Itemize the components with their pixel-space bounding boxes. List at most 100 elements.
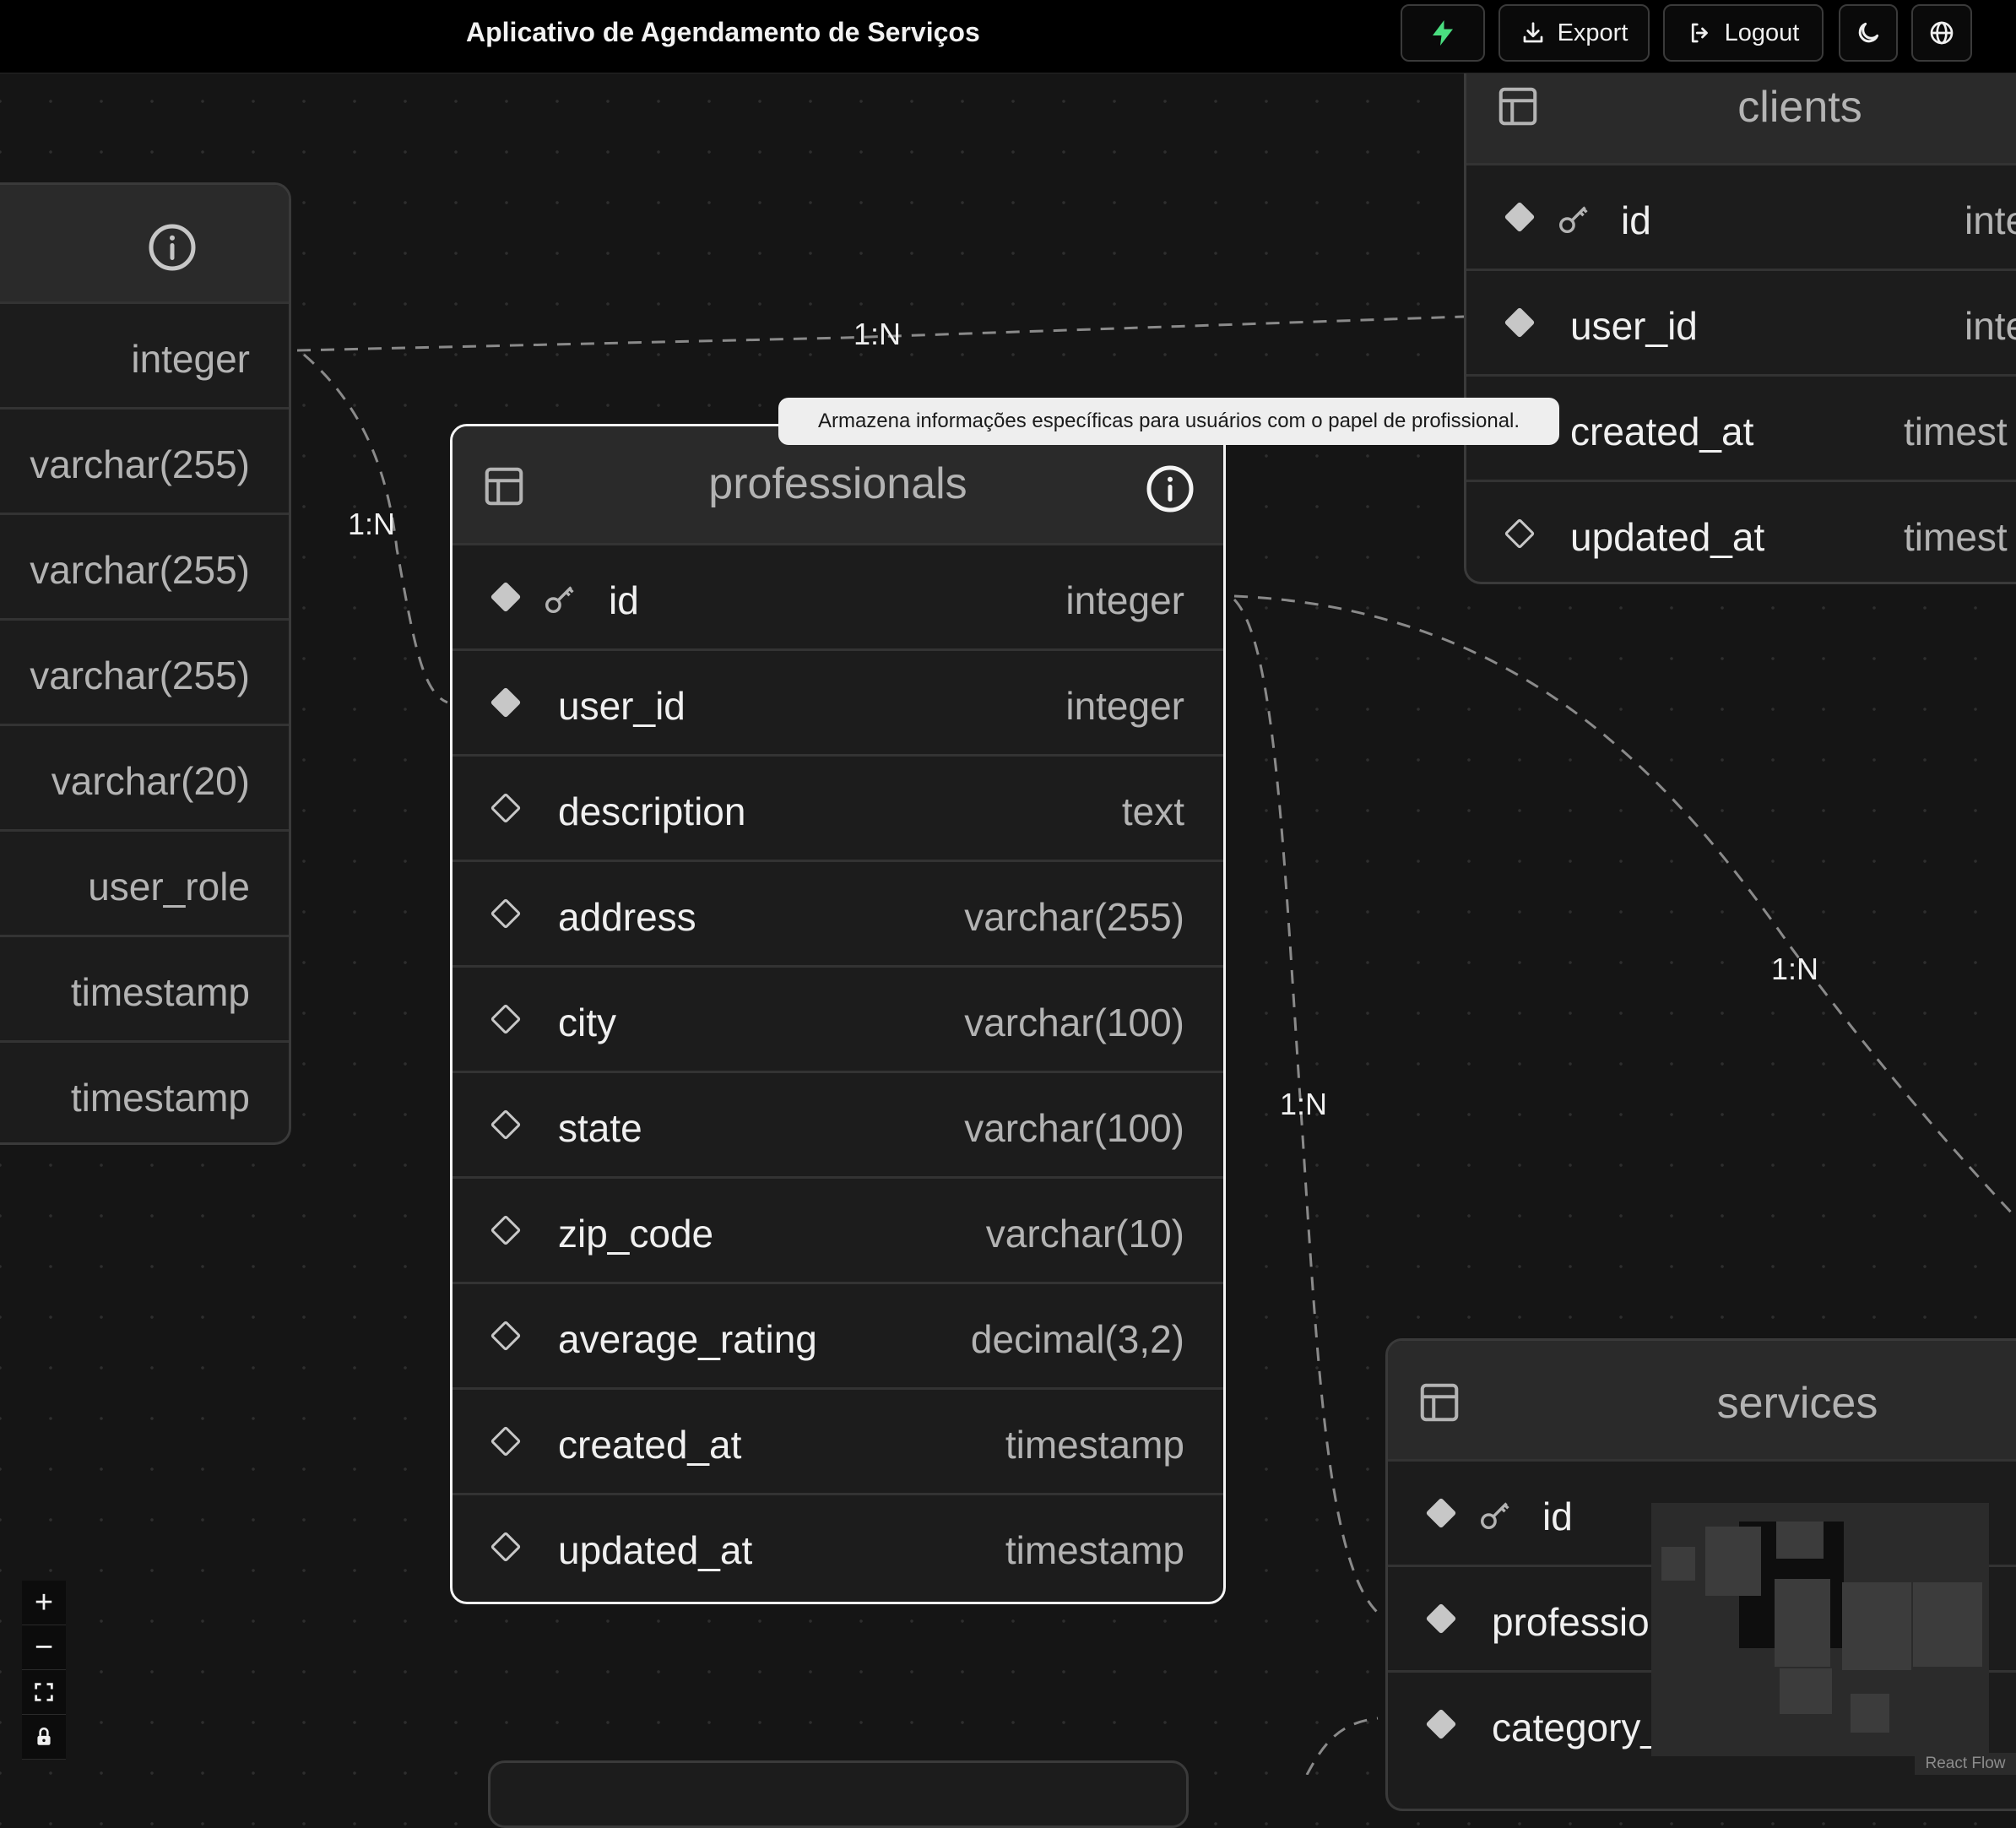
theme-toggle-button[interactable]: [1839, 4, 1898, 62]
primary-key-diamond-icon: [1425, 1497, 1457, 1529]
field-type: integer: [1065, 578, 1184, 622]
field-type: integer: [131, 337, 250, 381]
table-row: timestamp: [0, 1040, 289, 1142]
language-button[interactable]: [1911, 4, 1972, 62]
foreign-key-diamond-icon: [1425, 1708, 1457, 1740]
table-row: user_id integer: [453, 648, 1223, 754]
field-type: text: [1121, 789, 1184, 833]
table-row: varchar(20): [0, 724, 289, 829]
diamond-icon: [490, 898, 522, 930]
field-type: timestamp: [1005, 1423, 1184, 1467]
zoom-in-button[interactable]: +: [22, 1581, 66, 1625]
edge-label: 1:N: [854, 317, 902, 351]
fit-view-button[interactable]: [22, 1670, 66, 1715]
lightning-icon: [1433, 20, 1453, 46]
table-title: professionals: [708, 459, 967, 508]
lock-button[interactable]: [22, 1715, 66, 1760]
minimap[interactable]: [1651, 1503, 1989, 1756]
react-flow-attribution[interactable]: React Flow: [1915, 1753, 2016, 1775]
key-icon: [1481, 1502, 1509, 1530]
table-row: varchar(255): [0, 618, 289, 724]
table-row: city varchar(100): [453, 965, 1223, 1071]
table-header: services: [1388, 1341, 2016, 1459]
diamond-icon: [490, 1214, 522, 1246]
table-node-professionals[interactable]: professionals id integer user_id integer…: [450, 424, 1226, 1604]
download-icon: [1523, 22, 1542, 43]
primary-key-diamond-icon: [490, 581, 522, 613]
field-name: category_: [1492, 1706, 1663, 1749]
field-type: varchar(100): [964, 1001, 1184, 1044]
table-row: description text: [453, 754, 1223, 860]
table-row: created_at timestamp: [453, 1387, 1223, 1493]
table-row: varchar(255): [0, 407, 289, 513]
minimap-node: [1705, 1527, 1761, 1596]
field-name: updated_at: [558, 1528, 753, 1572]
field-type: varchar(255): [30, 442, 250, 486]
field-type: user_role: [88, 865, 250, 909]
app-title: Aplicativo de Agendamento de Serviços: [466, 17, 980, 47]
field-type: decimal(3,2): [970, 1317, 1184, 1361]
table-row: address varchar(255): [453, 860, 1223, 965]
foreign-key-diamond-icon: [490, 686, 522, 719]
table-node-clients[interactable]: clients id inte user_id inte created_at …: [1464, 42, 2016, 584]
edge-professionals-right[interactable]: [1233, 594, 2016, 1218]
field-name: created_at: [1570, 410, 1754, 453]
field-name: address: [558, 895, 696, 939]
field-name: average_rating: [558, 1317, 817, 1361]
table-node-partial-bottom[interactable]: [488, 1760, 1189, 1828]
logout-label: Logout: [1724, 19, 1800, 46]
zoom-out-button[interactable]: −: [22, 1625, 66, 1670]
field-type: inte: [1965, 198, 2016, 242]
export-button[interactable]: Export: [1498, 4, 1650, 62]
field-name: description: [558, 789, 746, 833]
field-name: professio: [1492, 1600, 1650, 1644]
foreign-key-diamond-icon: [1425, 1603, 1457, 1635]
minimap-node: [1776, 1522, 1824, 1559]
foreign-key-diamond-icon: [1504, 306, 1536, 339]
table-row: user_role: [0, 829, 289, 935]
field-type: varchar(10): [985, 1212, 1184, 1256]
field-name: zip_code: [558, 1212, 714, 1256]
plus-icon: +: [34, 1584, 54, 1620]
minimap-node: [1780, 1668, 1832, 1714]
table-title: services: [1716, 1379, 1878, 1428]
table-row: average_rating decimal(3,2): [453, 1282, 1223, 1387]
flow-controls: + −: [22, 1581, 66, 1760]
field-type: inte: [1965, 304, 2016, 348]
field-name: state: [558, 1106, 642, 1150]
minus-icon: −: [34, 1629, 54, 1665]
table-row: id integer: [453, 543, 1223, 648]
export-label: Export: [1557, 19, 1629, 46]
key-icon: [1559, 206, 1588, 234]
field-type: varchar(20): [51, 759, 250, 803]
field-type: integer: [1065, 684, 1184, 728]
diamond-icon: [490, 1320, 522, 1352]
field-type: timestamp: [1005, 1528, 1184, 1572]
field-type: varchar(255): [964, 895, 1184, 939]
table-header: [0, 185, 289, 301]
minimap-node: [1842, 1582, 1911, 1670]
field-type: timest: [1904, 410, 2008, 453]
table-row: varchar(255): [0, 513, 289, 618]
field-type: varchar(100): [964, 1106, 1184, 1150]
logout-icon: [1691, 23, 1708, 43]
field-type: varchar(255): [30, 548, 250, 592]
top-bar: Aplicativo de Agendamento de Serviços Ex…: [0, 0, 2016, 73]
table-row: state varchar(100): [453, 1071, 1223, 1176]
table-row: integer: [0, 301, 289, 407]
minimap-node: [1851, 1694, 1889, 1733]
info-icon[interactable]: [147, 222, 198, 273]
diamond-icon: [490, 1003, 522, 1035]
table-row: id inte: [1466, 163, 2016, 269]
edge-bottom[interactable]: [1305, 1717, 1379, 1775]
minimap-node: [1775, 1579, 1830, 1667]
edge-label: 1:N: [1280, 1087, 1328, 1121]
info-icon[interactable]: [1145, 464, 1195, 514]
logout-button[interactable]: Logout: [1663, 4, 1824, 62]
globe-icon: [1930, 21, 1954, 45]
generate-button[interactable]: [1401, 4, 1485, 62]
diamond-icon: [1504, 518, 1536, 550]
table-node-users[interactable]: integer varchar(255) varchar(255) varcha…: [0, 182, 291, 1145]
field-name: id: [609, 578, 639, 622]
field-type: varchar(255): [30, 654, 250, 697]
